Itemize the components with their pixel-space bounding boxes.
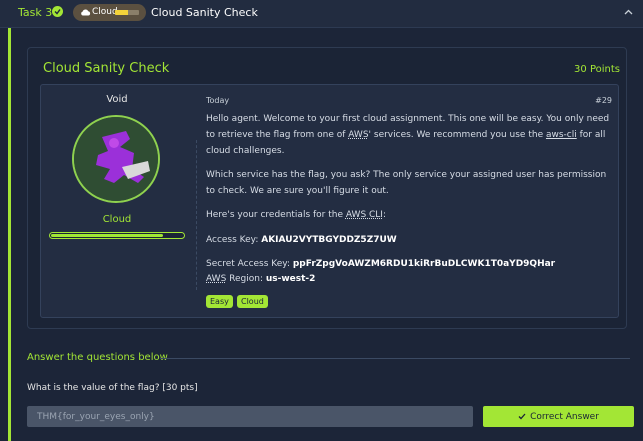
- aws-cli-link[interactable]: aws-cli: [546, 130, 577, 140]
- tag-easy[interactable]: Easy: [206, 295, 233, 308]
- author-level-fill: [51, 234, 163, 237]
- task-accent-bar: [8, 28, 11, 441]
- access-key-value: AKIAU2VYTBGYDDZ5Z7UW: [261, 235, 397, 245]
- region-value: us-west-2: [265, 274, 316, 284]
- message-date: Today: [206, 96, 230, 105]
- hint-paragraph: Which service has the flag, you ask? The…: [206, 170, 607, 196]
- message-number: #29: [595, 96, 612, 105]
- cloud-icon: [81, 9, 91, 16]
- author-role: Cloud: [102, 214, 132, 225]
- aws-abbr: AWS: [348, 130, 369, 140]
- chevron-up-icon[interactable]: [624, 9, 633, 15]
- badge-label: Cloud: [92, 7, 118, 17]
- aws-cli-abbr: AWS CLI: [345, 210, 383, 220]
- correct-answer-button[interactable]: Correct Answer: [483, 406, 634, 427]
- divider: [196, 140, 198, 290]
- avatar[interactable]: [72, 115, 160, 203]
- badge-progress-bar: [115, 10, 139, 15]
- cloud-category-badge: Cloud: [73, 4, 146, 21]
- access-key-line: Access Key: AKIAU2VYTBGYDDZ5Z7UW: [206, 235, 397, 245]
- heading-rule: [160, 358, 630, 359]
- avatar-image: [74, 117, 158, 201]
- checkmark-icon: [518, 413, 526, 420]
- flag-answer-input[interactable]: [27, 406, 473, 427]
- task-header[interactable]: Task 34 Cloud Cloud Sanity Check: [0, 0, 643, 28]
- author-name[interactable]: Void: [87, 94, 147, 105]
- region-line: AWS Region: us-west-2: [206, 274, 316, 284]
- secret-key-value: ppFrZpgVoAWZM6RDU1kiRrBuDLCWK1T0aYD9QHar: [292, 259, 556, 269]
- secret-key-line: Secret Access Key: ppFrZpgVoAWZM6RDU1kiR…: [206, 259, 556, 269]
- points-label: 30 Points: [574, 64, 620, 75]
- answers-heading: Answer the questions below: [27, 352, 168, 363]
- check-icon: [52, 6, 63, 17]
- question-text: What is the value of the flag? [30 pts]: [27, 383, 198, 393]
- button-label: Correct Answer: [530, 411, 599, 422]
- intro-paragraph: Hello agent. Welcome to your first cloud…: [206, 114, 610, 156]
- badge-progress-fill: [115, 10, 129, 15]
- author-level-bar: [49, 232, 185, 239]
- task-title: Cloud Sanity Check: [151, 6, 258, 19]
- card-title: Cloud Sanity Check: [43, 61, 170, 76]
- tag-cloud[interactable]: Cloud: [237, 295, 268, 308]
- credentials-intro: Here's your credentials for the AWS CLI:: [206, 210, 387, 220]
